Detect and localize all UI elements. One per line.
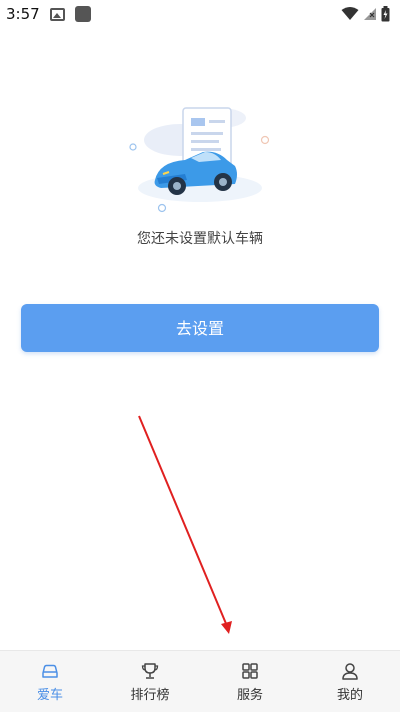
status-left: 3:57 (6, 5, 91, 23)
signal-icon (364, 8, 376, 20)
car-icon (42, 664, 58, 678)
gallery-notification-icon (49, 7, 65, 21)
empty-state-message: 您还未设置默认车辆 (137, 231, 263, 247)
tab-leaderboard[interactable]: 排行榜 (100, 651, 200, 712)
trophy-icon (141, 662, 159, 679)
grid-icon (242, 662, 258, 679)
tab-label: 爱车 (36, 687, 63, 703)
person-icon (342, 662, 358, 680)
tab-label: 服务 (236, 687, 263, 703)
status-bar: 3:57 (0, 0, 400, 28)
bottom-tab-bar: 爱车 排行榜 服务 我的 (0, 650, 400, 712)
status-time: 3:57 (6, 5, 40, 23)
tab-label: 排行榜 (130, 687, 170, 703)
tab-profile[interactable]: 我的 (300, 651, 400, 712)
tab-label: 我的 (336, 687, 363, 703)
no-car-illustration (129, 107, 270, 213)
status-right (341, 6, 390, 22)
tab-services[interactable]: 服务 (200, 651, 300, 712)
tab-my-car[interactable]: 爱车 (0, 651, 100, 712)
app-notification-icon (74, 6, 91, 22)
setup-default-car-button[interactable]: 去设置 (21, 304, 379, 352)
wifi-icon (341, 7, 359, 20)
battery-icon (381, 6, 390, 22)
